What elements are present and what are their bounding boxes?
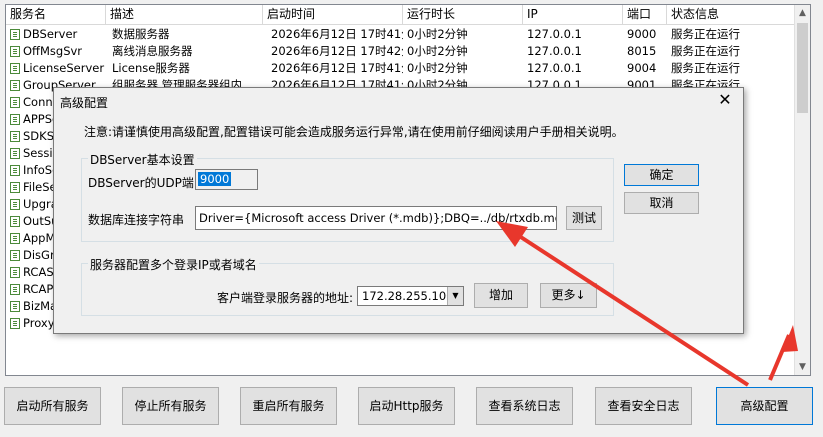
annotation-arrows xyxy=(496,221,798,387)
arrowhead-connection-string xyxy=(496,221,528,247)
arrow-to-connection-string xyxy=(508,228,750,387)
arrowhead-advanced-button xyxy=(782,325,798,352)
arrow-to-advanced-button xyxy=(768,334,791,381)
